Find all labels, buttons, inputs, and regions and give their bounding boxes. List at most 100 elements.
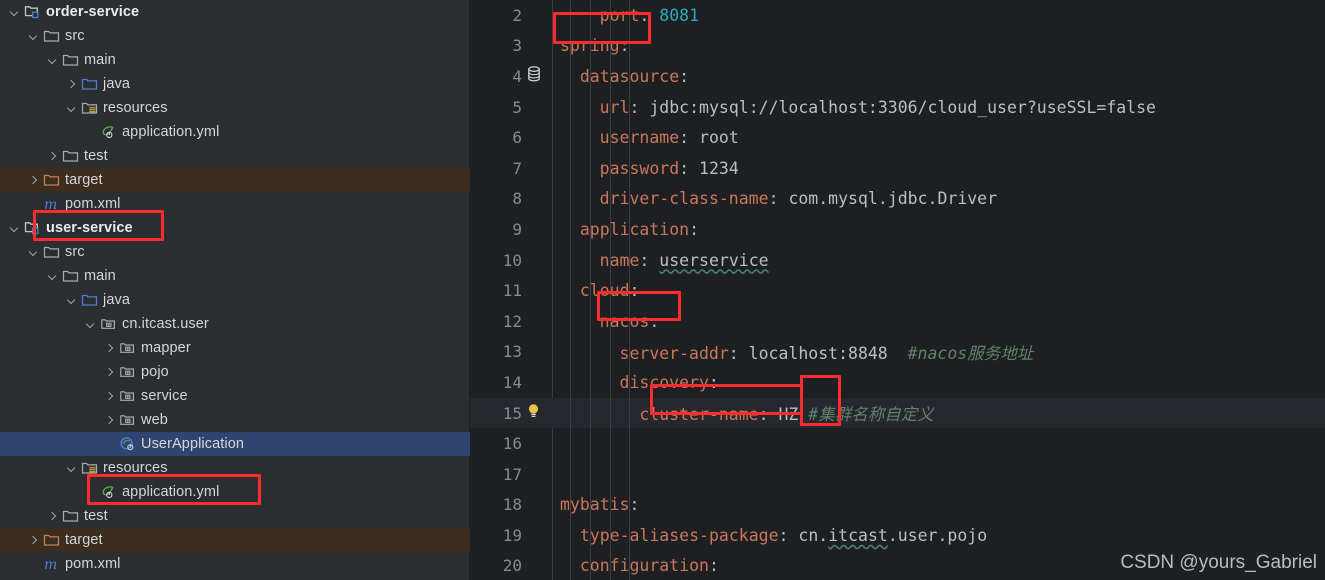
chevron-right-icon[interactable]: [46, 510, 59, 523]
gutter-line-19[interactable]: 19: [470, 520, 552, 551]
gutter-line-3[interactable]: 3: [470, 30, 552, 62]
tree-item-application-yml[interactable]: application.yml: [0, 120, 470, 144]
tree-item-target[interactable]: target: [0, 528, 470, 552]
tree-item-main[interactable]: main: [0, 264, 470, 288]
chevron-right-icon[interactable]: [27, 534, 40, 547]
code-token: root: [699, 128, 739, 148]
chevron-right-icon[interactable]: [46, 150, 59, 163]
tree-item-mapper[interactable]: mapper: [0, 336, 470, 360]
chevron-down-icon[interactable]: [27, 246, 40, 259]
chevron-down-icon[interactable]: [84, 318, 97, 331]
gutter-line-10[interactable]: 10: [470, 244, 552, 276]
tree-item-resources[interactable]: resources: [0, 456, 470, 480]
code-line-19[interactable]: 19 type-aliases-package: cn.itcast.user.p…: [470, 520, 1325, 551]
chevron-down-icon[interactable]: [27, 30, 40, 43]
tree-item-target[interactable]: target: [0, 168, 470, 192]
gutter-line-11[interactable]: 11: [470, 275, 552, 306]
gutter-line-14[interactable]: 14: [470, 367, 552, 398]
gutter-line-9[interactable]: 9: [470, 214, 552, 245]
tree-item-userapplication[interactable]: UserApplication: [0, 432, 470, 456]
chevron-down-icon[interactable]: [46, 54, 59, 67]
tree-item-src[interactable]: src: [0, 240, 470, 264]
chevron-right-icon[interactable]: [103, 366, 116, 379]
code-token: :: [619, 36, 630, 56]
chevron-right-icon[interactable]: [65, 78, 78, 91]
code-token: 1234: [699, 158, 739, 178]
code-line-9[interactable]: 9 application:: [470, 214, 1325, 245]
chevron-down-icon[interactable]: [65, 102, 78, 115]
tree-item-src[interactable]: src: [0, 24, 470, 48]
chevron-down-icon[interactable]: [8, 222, 21, 235]
code-line-10[interactable]: 10 name: userservice: [470, 244, 1325, 276]
code-line-3[interactable]: 3 spring:: [470, 30, 1325, 62]
gutter-line-17[interactable]: 17: [470, 458, 552, 490]
gutter-line-16[interactable]: 16: [470, 428, 552, 459]
lightbulb-icon[interactable]: [526, 403, 541, 424]
tree-item-application-yml[interactable]: application.yml: [0, 480, 470, 504]
code-line-6[interactable]: 6 username: root: [470, 122, 1325, 153]
chevron-right-icon[interactable]: [27, 174, 40, 187]
code-line-8[interactable]: 8 driver-class-name: com.mysql.jdbc.Drive…: [470, 183, 1325, 215]
tree-item-test[interactable]: test: [0, 144, 470, 168]
gutter-line-8[interactable]: 8: [470, 183, 552, 215]
tree-item-resources[interactable]: resources: [0, 96, 470, 120]
gutter-line-2[interactable]: 2: [470, 0, 552, 31]
code-line-14[interactable]: 14 discovery:: [470, 367, 1325, 398]
chevron-down-icon[interactable]: [8, 6, 21, 19]
tree-item-pom-xml[interactable]: m pom.xml: [0, 552, 470, 576]
maven-icon: m: [43, 196, 60, 212]
code-line-18[interactable]: 18 mybatis:: [470, 489, 1325, 521]
tree-item-java[interactable]: java: [0, 72, 470, 96]
tree-item-label: java: [103, 292, 130, 308]
code-token: nacos: [599, 311, 650, 331]
chevron-right-icon[interactable]: [103, 390, 116, 403]
chevron-down-icon[interactable]: [65, 462, 78, 475]
code-editor[interactable]: CSDN @yours_Gabriel 2 port: 8081 3 spring: 4…: [470, 0, 1325, 580]
gutter-line-15[interactable]: 15: [470, 397, 552, 429]
tree-item-pom-xml[interactable]: m pom.xml: [0, 192, 470, 216]
tree-item-label: application.yml: [122, 124, 220, 140]
code-token: :: [679, 66, 690, 86]
tree-item-cn-itcast-user[interactable]: cn.itcast.user: [0, 312, 470, 336]
project-tool-window[interactable]: order-service src main java resources applica…: [0, 0, 470, 580]
code-line-4[interactable]: 4 datasource:: [470, 61, 1325, 92]
gutter-line-6[interactable]: 6: [470, 122, 552, 153]
gutter-line-7[interactable]: 7: [470, 152, 552, 184]
gutter-line-12[interactable]: 12: [470, 305, 552, 337]
code-line-13[interactable]: 13 server-addr: localhost:8848 #nacos服务地址: [470, 336, 1325, 368]
code-line-7[interactable]: 7 password: 1234: [470, 152, 1325, 184]
gutter-line-5[interactable]: 5: [470, 91, 552, 123]
gutter-line-13[interactable]: 13: [470, 336, 552, 368]
code-line-5[interactable]: 5 url: jdbc:mysql://localhost:3306/cloud_…: [470, 91, 1325, 123]
gutter-line-20[interactable]: 20: [470, 550, 552, 580]
code-token: driver-class-name: [599, 189, 769, 209]
tree-item-label: web: [141, 412, 168, 428]
tree-item-web[interactable]: web: [0, 408, 470, 432]
code-token: :: [679, 128, 700, 148]
chevron-down-icon[interactable]: [65, 294, 78, 307]
tree-item-order-service[interactable]: order-service: [0, 0, 470, 24]
chevron-right-icon[interactable]: [103, 414, 116, 427]
tree-item-java[interactable]: java: [0, 288, 470, 312]
code-line-12[interactable]: 12 nacos:: [470, 305, 1325, 337]
gutter-line-4[interactable]: 4: [470, 61, 552, 92]
code-token: configuration: [579, 556, 709, 576]
chevron-right-icon[interactable]: [103, 342, 116, 355]
tree-item-main[interactable]: main: [0, 48, 470, 72]
code-line-17[interactable]: 17: [470, 458, 1325, 490]
chevron-down-icon[interactable]: [46, 270, 59, 283]
code-line-11[interactable]: 11 cloud:: [470, 275, 1325, 306]
folder-icon: [62, 268, 79, 284]
code-line-16[interactable]: 16: [470, 428, 1325, 459]
tree-item-user-service[interactable]: user-service: [0, 216, 470, 240]
line-number: 17: [502, 464, 522, 484]
tree-item-label: service: [141, 388, 188, 404]
code-line-15[interactable]: 15 cluster-name: HZ #集群名称自定义: [470, 397, 1325, 429]
tree-item-pojo[interactable]: pojo: [0, 360, 470, 384]
database-icon[interactable]: [526, 66, 542, 87]
tree-item-test[interactable]: test: [0, 504, 470, 528]
gutter-line-18[interactable]: 18: [470, 489, 552, 521]
code-line-2[interactable]: 2 port: 8081: [470, 0, 1325, 31]
tree-item-service[interactable]: service: [0, 384, 470, 408]
